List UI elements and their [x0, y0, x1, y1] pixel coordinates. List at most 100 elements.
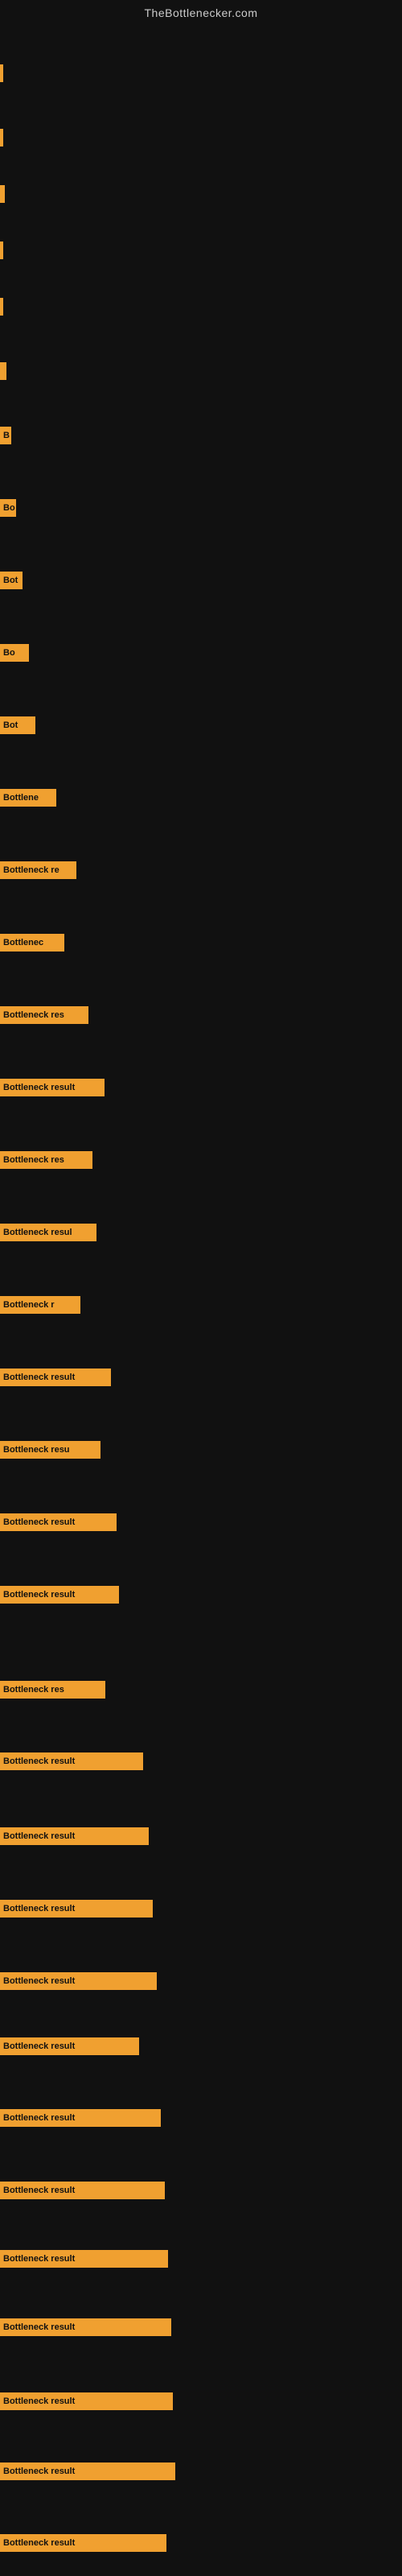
bar-row: Bo — [0, 499, 402, 517]
bar-label: Bottleneck result — [3, 1373, 75, 1382]
bar-label: Bottlene — [3, 793, 39, 803]
bar-row: Bottleneck result — [0, 1752, 402, 1770]
bar — [0, 362, 6, 380]
bar-row: Bottleneck result — [0, 2462, 402, 2480]
bar: Bottleneck result — [0, 2392, 173, 2410]
bar-label: Bottleneck result — [3, 2254, 75, 2264]
bar — [0, 298, 3, 316]
bar-row: Bottlene — [0, 789, 402, 807]
bar-label: Bottleneck result — [3, 1590, 75, 1600]
bar-label: Bottleneck result — [3, 2322, 75, 2332]
bar: Bottleneck res — [0, 1151, 92, 1169]
bar: Bottleneck result — [0, 1827, 149, 1845]
bar-row: Bottleneck resul — [0, 1224, 402, 1241]
bar-label: Bottleneck result — [3, 1976, 75, 1986]
bar: Bottlenec — [0, 934, 64, 952]
bar-label: Bottleneck res — [3, 1155, 64, 1165]
bar-row: Bottlenec — [0, 934, 402, 952]
bar: Bottleneck r — [0, 1296, 80, 1314]
bar: Bottleneck result — [0, 2318, 171, 2336]
bar-label: Bottleneck result — [3, 2396, 75, 2406]
bar-row — [0, 64, 402, 82]
bar: B — [0, 427, 11, 444]
bar-label: Bottleneck result — [3, 1517, 75, 1527]
bar-label: Bottleneck result — [3, 2113, 75, 2123]
bar: Bottleneck result — [0, 1368, 111, 1386]
bar-row: Bottleneck result — [0, 2318, 402, 2336]
bar-row: Bottleneck re — [0, 861, 402, 879]
bar-label: Bottleneck res — [3, 1685, 64, 1695]
bar-row: Bottleneck r — [0, 1296, 402, 1314]
bar-row — [0, 129, 402, 147]
bar-label: Bot — [3, 720, 18, 730]
bar-row: Bottleneck result — [0, 2392, 402, 2410]
bar: Bottleneck result — [0, 2462, 175, 2480]
bar-row — [0, 185, 402, 203]
bar: Bottleneck result — [0, 1513, 117, 1531]
bar: Bo — [0, 644, 29, 662]
bar: Bot — [0, 716, 35, 734]
bar-row: Bot — [0, 716, 402, 734]
bar-row: Bottleneck result — [0, 1972, 402, 1990]
bar: Bottleneck res — [0, 1006, 88, 1024]
bar-label: Bottleneck result — [3, 2041, 75, 2051]
bar-label: Bottleneck res — [3, 1010, 64, 1020]
bar-label: Bottleneck r — [3, 1300, 55, 1310]
bar: Bottleneck result — [0, 2109, 161, 2127]
bar-row: B — [0, 427, 402, 444]
bar-row: Bottleneck result — [0, 2109, 402, 2127]
bar-row: Bottleneck res — [0, 1681, 402, 1699]
bar-row: Bottleneck result — [0, 1368, 402, 1386]
bar-label: Bottleneck result — [3, 2538, 75, 2548]
bar: Bottleneck resul — [0, 1224, 96, 1241]
bar-row: Bottleneck result — [0, 1079, 402, 1096]
bar — [0, 64, 3, 82]
bar: Bot — [0, 572, 23, 589]
bar-row: Bottleneck result — [0, 2182, 402, 2199]
bar: Bottleneck result — [0, 2534, 166, 2552]
bar-label: Bottleneck result — [3, 2467, 75, 2476]
bar: Bottleneck result — [0, 2037, 139, 2055]
bar: Bottlene — [0, 789, 56, 807]
bar-row: Bottleneck result — [0, 1586, 402, 1604]
bar: Bottleneck res — [0, 1681, 105, 1699]
site-title: TheBottlenecker.com — [0, 0, 402, 23]
bar-label: Bo — [3, 648, 15, 658]
bar-label: Bottleneck resu — [3, 1445, 70, 1455]
bar — [0, 242, 3, 259]
bar: Bo — [0, 499, 16, 517]
bar-row: Bot — [0, 572, 402, 589]
bar-row — [0, 298, 402, 316]
bar-row: Bottleneck resu — [0, 1441, 402, 1459]
bar: Bottleneck result — [0, 1752, 143, 1770]
bar — [0, 129, 3, 147]
bar-row: Bottleneck res — [0, 1006, 402, 1024]
bar-label: Bot — [3, 576, 18, 585]
bar-row: Bottleneck result — [0, 1827, 402, 1845]
bar-label: Bottleneck result — [3, 2186, 75, 2195]
bar-row: Bottleneck result — [0, 2534, 402, 2552]
bar-label: Bottleneck re — [3, 865, 59, 875]
bar-label: Bottleneck result — [3, 1083, 75, 1092]
bar-label: B — [3, 431, 10, 440]
bar: Bottleneck result — [0, 1972, 157, 1990]
chart-container: TheBottlenecker.com B Bo Bot Bo Bot Bottlene B… — [0, 0, 402, 2576]
bar-row: Bottleneck res — [0, 1151, 402, 1169]
bar-row: Bottleneck result — [0, 2037, 402, 2055]
bar: Bottleneck result — [0, 1586, 119, 1604]
bar — [0, 185, 5, 203]
bar-row: Bo — [0, 644, 402, 662]
bar-row — [0, 242, 402, 259]
bar: Bottleneck result — [0, 1079, 105, 1096]
bar-label: Bottleneck result — [3, 1831, 75, 1841]
bar-row: Bottleneck result — [0, 1513, 402, 1531]
bar: Bottleneck result — [0, 2250, 168, 2268]
bar-row: Bottleneck result — [0, 2250, 402, 2268]
bar-label: Bottleneck result — [3, 1757, 75, 1766]
bar-row: Bottleneck result — [0, 1900, 402, 1918]
bar-label: Bo — [3, 503, 15, 513]
bar: Bottleneck result — [0, 2182, 165, 2199]
bar-row — [0, 362, 402, 380]
bar: Bottleneck re — [0, 861, 76, 879]
bar-label: Bottlenec — [3, 938, 43, 947]
